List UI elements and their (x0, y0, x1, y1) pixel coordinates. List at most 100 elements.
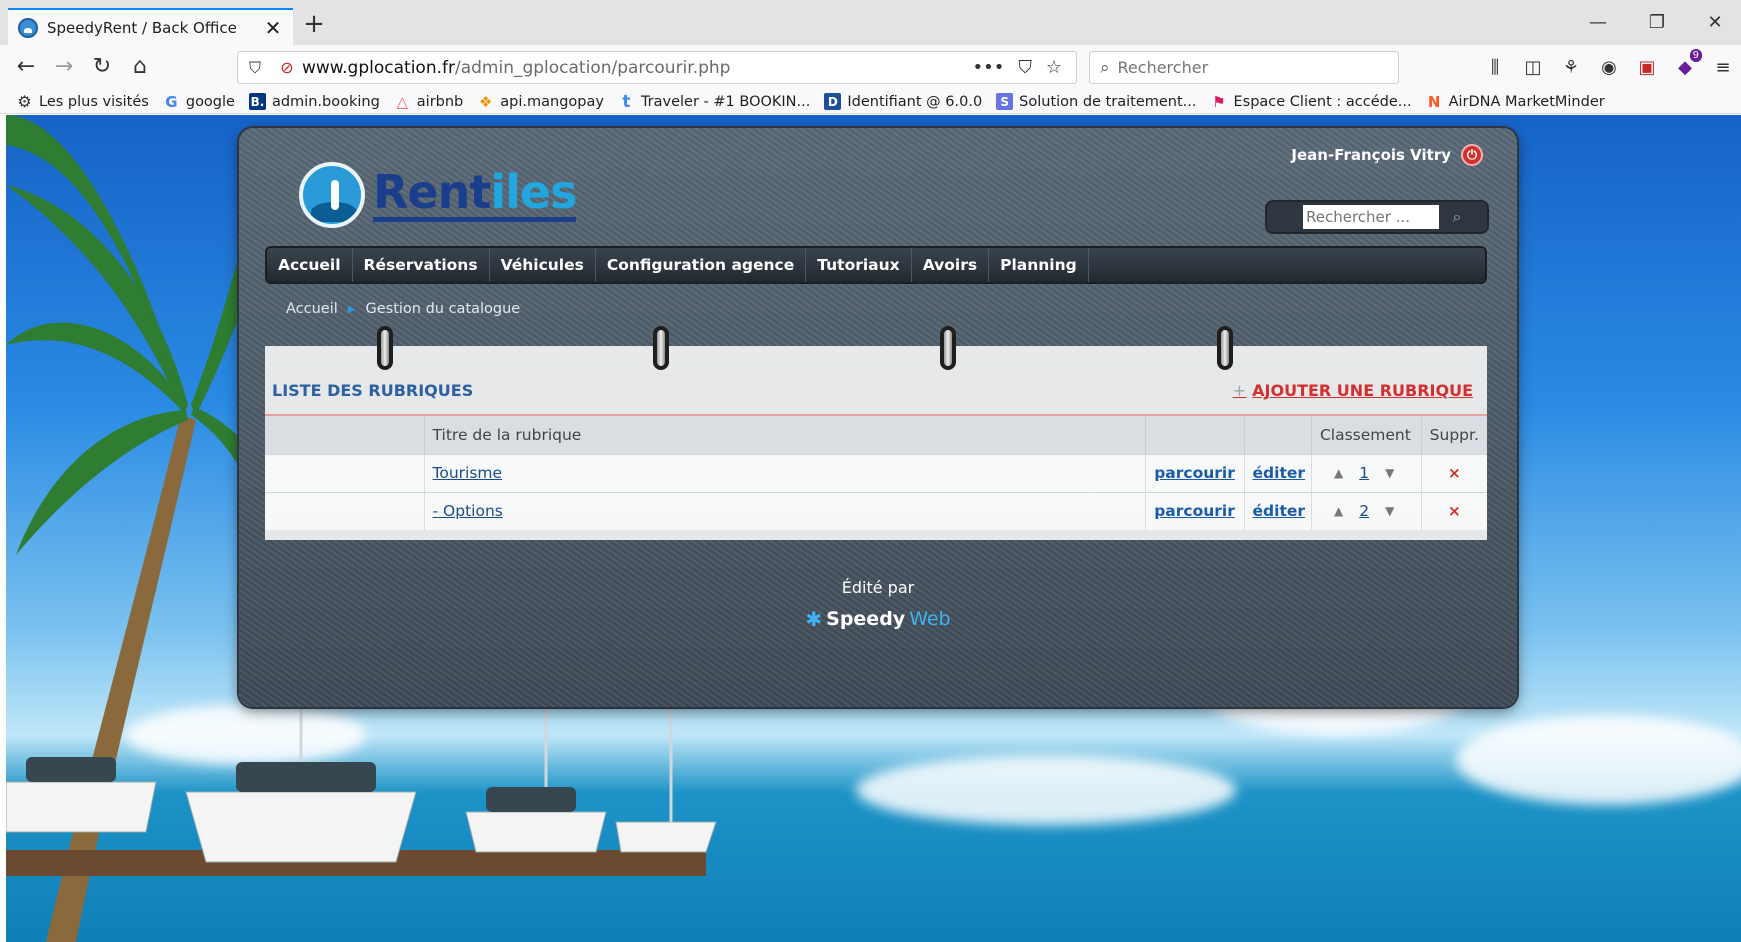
browser-tab-active[interactable]: SpeedyRent / Back Office ✕ (8, 8, 293, 45)
bookmark-identifiant[interactable]: D Identifiant @ 6.0.0 (824, 93, 982, 110)
main-menu: Accueil Réservations Véhicules Configura… (265, 246, 1487, 284)
booking-icon: B. (248, 93, 266, 110)
airbnb-icon: △ (396, 92, 409, 111)
user-name[interactable]: Jean-François Vitry (1291, 146, 1451, 164)
speedyrent-favicon-icon (18, 17, 38, 38)
tracking-shield-icon[interactable]: ⛉ (238, 58, 272, 78)
bookmark-traveler[interactable]: t Traveler - #1 BOOKIN... (618, 92, 810, 112)
col-title-label: Titre de la rubrique (432, 425, 582, 444)
col-title[interactable]: Titre de la rubrique (423, 416, 1146, 454)
new-tab-button[interactable]: + (300, 10, 328, 40)
edit-link[interactable]: éditer (1253, 464, 1306, 482)
browser-search-input[interactable] (1117, 58, 1358, 77)
menu-item-reservations[interactable]: Réservations (353, 248, 490, 282)
bookmark-google[interactable]: G google (163, 93, 235, 111)
breadcrumb-accueil[interactable]: Accueil (286, 301, 338, 317)
bookmark-star-icon[interactable]: ☆ (1046, 57, 1062, 78)
pocket-icon[interactable]: ⛉ (1018, 57, 1032, 78)
page-actions-icon[interactable]: ••• (973, 57, 1005, 78)
add-rubrique-button[interactable]: + AJOUTER UNE RUBRIQUE (1233, 381, 1473, 400)
plus-icon: + (1232, 381, 1247, 400)
reload-icon[interactable]: ↻ (88, 53, 116, 81)
breadcrumb-current: Gestion du catalogue (365, 301, 521, 317)
col-rank[interactable]: Classement (1310, 416, 1422, 454)
footer-text: Édité par (841, 578, 915, 597)
browse-link[interactable]: parcourir (1154, 502, 1235, 520)
row-spacer (265, 491, 425, 530)
bookmark-label: Les plus visités (39, 93, 149, 110)
forward-arrow-icon[interactable]: → (50, 53, 78, 81)
breadcrumb: Accueil ▶ Gestion du catalogue (286, 301, 520, 317)
insecure-lock-icon[interactable]: ⊘ (272, 58, 302, 77)
url-text[interactable]: www.gplocation.fr/admin_gplocation/parco… (302, 58, 973, 78)
rank-down-icon[interactable]: ▼ (1385, 466, 1394, 480)
rank-value[interactable]: 2 (1359, 502, 1369, 520)
row-rank: ▲ 2 ▼ (1310, 491, 1422, 530)
stripe-icon: S (996, 93, 1014, 110)
flag-icon: ⚑ (1212, 92, 1226, 111)
back-arrow-icon[interactable]: ← (12, 53, 40, 81)
rubrique-title-link[interactable]: - Options (433, 502, 503, 520)
row-delete: × (1420, 453, 1487, 492)
library-icon[interactable]: ⫼ (1482, 55, 1508, 81)
airdna-icon: N (1427, 92, 1441, 111)
table-header-row: Titre de la rubrique Classement Suppr. (265, 416, 1487, 454)
menu-item-tutoriaux[interactable]: Tutoriaux (806, 248, 912, 282)
search-icon[interactable]: ⌕ (1439, 207, 1475, 227)
bookmark-airdna[interactable]: N AirDNA MarketMinder (1426, 92, 1605, 111)
bookmark-espace-client[interactable]: ⚑ Espace Client : accéde... (1211, 92, 1412, 111)
bookmark-most-visited[interactable]: ⚙ Les plus visités (16, 92, 149, 111)
col-delete: Suppr. (1420, 416, 1487, 454)
bookmark-admin-booking[interactable]: B. admin.booking (248, 93, 380, 110)
rank-down-icon[interactable]: ▼ (1385, 504, 1394, 518)
browser-search-bar[interactable]: ⌕ (1089, 51, 1399, 84)
url-bar[interactable]: ⛉ ⊘ www.gplocation.fr/admin_gplocation/p… (237, 51, 1077, 84)
footer: Édité par ✱ Speedy Web (239, 578, 1517, 631)
tab-close-icon[interactable]: ✕ (263, 16, 283, 40)
menu-item-avoirs[interactable]: Avoirs (912, 248, 990, 282)
bookmark-solution[interactable]: S Solution de traitement... (996, 93, 1197, 110)
delete-icon[interactable]: × (1448, 464, 1461, 482)
extension-icon[interactable]: ⚘ (1558, 55, 1584, 81)
window-minimize-button[interactable]: — (1573, 8, 1623, 38)
account-icon[interactable]: ◉ (1596, 55, 1622, 81)
background-cloud (1456, 715, 1741, 805)
delete-icon[interactable]: × (1448, 502, 1461, 520)
bookmark-label: Identifiant @ 6.0.0 (847, 93, 983, 110)
extension-badge-icon[interactable]: ◆ 9 (1672, 49, 1702, 81)
window-close-button[interactable]: ✕ (1690, 8, 1740, 38)
menu-item-accueil[interactable]: Accueil (267, 248, 353, 282)
logo-text-part1: Rent (373, 164, 491, 219)
url-path: /admin_gplocation/parcourir.php (454, 57, 731, 78)
rentiles-logo[interactable]: Rentiles (299, 162, 577, 228)
bookmark-label: admin.booking (271, 93, 380, 110)
d-icon: D (824, 93, 842, 110)
bookmark-mangopay[interactable]: ❖ api.mangopay (477, 93, 604, 111)
browse-link[interactable]: parcourir (1154, 464, 1235, 482)
rubrique-title-link[interactable]: Tourisme (433, 464, 503, 482)
window-restore-button[interactable]: ❐ (1632, 8, 1682, 38)
pdf-icon[interactable]: ▣ (1634, 55, 1660, 81)
logo-text-part2: iles (490, 164, 577, 219)
rank-up-icon[interactable]: ▲ (1334, 466, 1343, 480)
row-delete: × (1420, 491, 1487, 530)
bookmark-airbnb[interactable]: △ airbnb (394, 92, 464, 111)
browser-tab-bar: SpeedyRent / Back Office ✕ + — ❐ ✕ (0, 0, 1741, 45)
hamburger-menu-icon[interactable]: ≡ (1710, 55, 1736, 81)
edit-link[interactable]: éditer (1253, 502, 1306, 520)
menu-item-configuration-agence[interactable]: Configuration agence (596, 248, 807, 282)
speedyweb-logo[interactable]: ✱ Speedy Web (805, 607, 950, 631)
site-search-box: ⌕ (1265, 200, 1489, 234)
snowflake-icon: ✱ (805, 607, 823, 631)
rank-up-icon[interactable]: ▲ (1334, 504, 1343, 518)
browser-nav-bar: ← → ↻ ⌂ ⛉ ⊘ www.gplocation.fr/admin_gplo… (0, 45, 1741, 90)
site-search-input[interactable] (1303, 205, 1439, 229)
power-logout-icon[interactable]: ⏻ (1461, 144, 1483, 166)
col-spacer (265, 416, 425, 454)
rank-value[interactable]: 1 (1359, 464, 1369, 482)
home-icon[interactable]: ⌂ (126, 53, 154, 81)
menu-item-planning[interactable]: Planning (989, 248, 1089, 282)
bookmark-label: Espace Client : accéde... (1233, 93, 1412, 110)
sidebar-icon[interactable]: ◫ (1520, 55, 1546, 81)
menu-item-vehicules[interactable]: Véhicules (490, 248, 596, 282)
